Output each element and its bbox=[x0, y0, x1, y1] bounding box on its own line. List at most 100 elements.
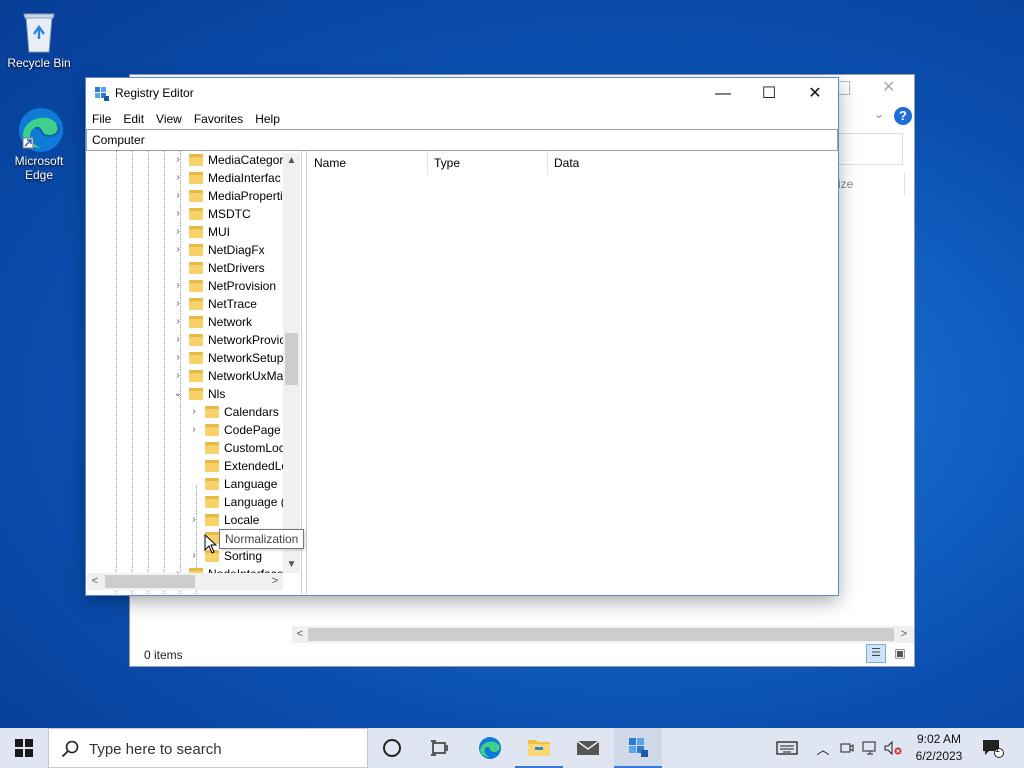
folder-icon bbox=[189, 244, 203, 256]
tree-item[interactable]: › MediaProperti bbox=[87, 187, 301, 205]
scroll-down-icon[interactable]: ▼ bbox=[283, 557, 300, 573]
clock[interactable]: 9:02 AM 6/2/2023 bbox=[906, 731, 972, 765]
scroll-left-icon[interactable]: < bbox=[87, 573, 103, 590]
registry-editor-window[interactable]: Registry Editor — ☐ ✕ File Edit View Favori… bbox=[86, 78, 838, 595]
maximize-button[interactable]: ☐ bbox=[746, 78, 792, 109]
tree-item[interactable]: › Locale bbox=[87, 511, 301, 529]
explorer-search-box[interactable] bbox=[838, 133, 903, 165]
chevron-right-icon[interactable]: › bbox=[173, 313, 183, 331]
tree-item[interactable]: › NetProvision bbox=[87, 277, 301, 295]
tree-item[interactable]: › MediaCategor bbox=[87, 151, 301, 169]
tree-item[interactable]: Language ( bbox=[87, 493, 301, 511]
taskbar: Type here to search ︿ 9:02 AM 6/2/2023 1 bbox=[0, 728, 1024, 768]
address-bar[interactable]: Computer bbox=[86, 129, 838, 151]
menu-view[interactable]: View bbox=[150, 109, 188, 127]
minimize-button[interactable]: — bbox=[700, 78, 746, 109]
explorer-horizontal-scrollbar[interactable]: < > bbox=[292, 626, 914, 643]
large-icons-view-icon[interactable]: ▣ bbox=[890, 644, 910, 663]
chevron-right-icon[interactable]: › bbox=[173, 169, 183, 187]
tree-item[interactable]: ExtendedLo bbox=[87, 457, 301, 475]
search-icon bbox=[61, 740, 79, 758]
details-view-icon[interactable]: ☰ bbox=[866, 644, 886, 663]
clock-date: 6/2/2023 bbox=[915, 749, 963, 763]
tree-item[interactable]: CustomLoc bbox=[87, 439, 301, 457]
menu-favorites[interactable]: Favorites bbox=[188, 109, 249, 127]
tree-item[interactable]: › NetworkUxMa bbox=[87, 367, 301, 385]
menu-file[interactable]: File bbox=[86, 109, 117, 127]
scroll-left-icon[interactable]: < bbox=[292, 626, 308, 643]
title-bar[interactable]: Registry Editor — ☐ ✕ bbox=[86, 78, 838, 109]
tree-item[interactable]: › MSDTC bbox=[87, 205, 301, 223]
explorer-close-icon[interactable]: ✕ bbox=[882, 77, 895, 97]
taskbar-registry-editor-button[interactable] bbox=[614, 728, 662, 768]
explorer-ribbon-expand-icon[interactable]: ⌄ bbox=[874, 107, 884, 121]
network-button[interactable] bbox=[860, 728, 880, 768]
menu-edit[interactable]: Edit bbox=[117, 109, 150, 127]
chevron-down-icon[interactable]: ⌄ bbox=[173, 385, 183, 403]
notification-center-button[interactable]: 1 bbox=[976, 728, 1010, 768]
chevron-right-icon[interactable]: › bbox=[173, 187, 183, 205]
scroll-right-icon[interactable]: > bbox=[896, 626, 912, 643]
volume-button[interactable] bbox=[882, 728, 904, 768]
scroll-thumb[interactable] bbox=[308, 628, 894, 641]
tree-item[interactable]: › NetworkProvic bbox=[87, 331, 301, 349]
taskbar-file-explorer-button[interactable] bbox=[515, 728, 563, 768]
tree-item[interactable]: › NetworkSetup bbox=[87, 349, 301, 367]
scroll-right-icon[interactable]: > bbox=[267, 573, 283, 590]
chevron-right-icon[interactable]: › bbox=[189, 421, 199, 439]
tree-item[interactable]: ⌄ Nls bbox=[87, 385, 301, 403]
folder-icon bbox=[189, 226, 203, 238]
menu-help[interactable]: Help bbox=[249, 109, 286, 127]
touch-keyboard-button[interactable] bbox=[772, 728, 802, 768]
scroll-thumb[interactable] bbox=[105, 575, 195, 588]
tree-horizontal-scrollbar[interactable]: < > bbox=[87, 573, 283, 590]
task-view-button[interactable] bbox=[416, 728, 464, 768]
explorer-maximize-icon[interactable] bbox=[836, 81, 850, 95]
chevron-right-icon[interactable]: › bbox=[173, 205, 183, 223]
column-header-name[interactable]: Name bbox=[307, 151, 428, 175]
chevron-right-icon[interactable]: › bbox=[173, 241, 183, 259]
tree-item[interactable]: Language bbox=[87, 475, 301, 493]
taskbar-search-box[interactable]: Type here to search bbox=[48, 728, 368, 768]
values-list-pane[interactable]: Name Type Data bbox=[306, 151, 837, 594]
chevron-right-icon[interactable]: › bbox=[173, 277, 183, 295]
chevron-right-icon[interactable]: › bbox=[173, 349, 183, 367]
tree-item[interactable]: › NetDiagFx bbox=[87, 241, 301, 259]
chevron-right-icon[interactable]: › bbox=[189, 547, 199, 565]
explorer-column-partial: ize bbox=[838, 177, 854, 191]
desktop-icon-microsoft-edge[interactable]: Microsoft Edge bbox=[4, 106, 74, 182]
scroll-thumb[interactable] bbox=[285, 333, 298, 385]
taskbar-edge-button[interactable] bbox=[466, 728, 514, 768]
explorer-help-icon[interactable]: ? bbox=[894, 107, 912, 125]
tree-item[interactable]: › Sorting bbox=[87, 547, 301, 565]
taskbar-mail-button[interactable] bbox=[564, 728, 612, 768]
column-header-type[interactable]: Type bbox=[427, 151, 548, 175]
close-button[interactable]: ✕ bbox=[792, 78, 838, 109]
tree-item[interactable]: › CodePage bbox=[87, 421, 301, 439]
chevron-right-icon[interactable]: › bbox=[189, 511, 199, 529]
start-button[interactable] bbox=[0, 728, 48, 768]
folder-icon bbox=[205, 424, 219, 436]
tree-item[interactable]: NetDrivers bbox=[87, 259, 301, 277]
tree-item[interactable]: › Network bbox=[87, 313, 301, 331]
chevron-right-icon[interactable]: › bbox=[173, 295, 183, 313]
tree-item[interactable]: › Calendars bbox=[87, 403, 301, 421]
cortana-icon bbox=[383, 739, 401, 757]
tree-item[interactable]: › NetTrace bbox=[87, 295, 301, 313]
tree-vertical-scrollbar[interactable]: ▲ ▼ bbox=[283, 153, 300, 573]
tree-item[interactable]: › MediaInterfac bbox=[87, 169, 301, 187]
show-hidden-icons-button[interactable]: ︿ bbox=[814, 728, 832, 768]
chevron-right-icon[interactable]: › bbox=[173, 367, 183, 385]
desktop-icon-recycle-bin[interactable]: Recycle Bin bbox=[4, 8, 74, 70]
chevron-right-icon[interactable]: › bbox=[173, 151, 183, 169]
column-header-data[interactable]: Data bbox=[547, 151, 754, 175]
chevron-right-icon[interactable]: › bbox=[173, 223, 183, 241]
scroll-up-icon[interactable]: ▲ bbox=[283, 153, 300, 169]
tree-item[interactable]: › MUI bbox=[87, 223, 301, 241]
chevron-right-icon[interactable]: › bbox=[189, 403, 199, 421]
folder-icon bbox=[189, 280, 203, 292]
cortana-button[interactable] bbox=[368, 728, 416, 768]
chevron-right-icon[interactable]: › bbox=[173, 331, 183, 349]
meet-now-button[interactable] bbox=[838, 728, 856, 768]
key-tree-pane[interactable]: › MediaCategor › MediaInterfac › MediaPropert… bbox=[87, 151, 302, 594]
